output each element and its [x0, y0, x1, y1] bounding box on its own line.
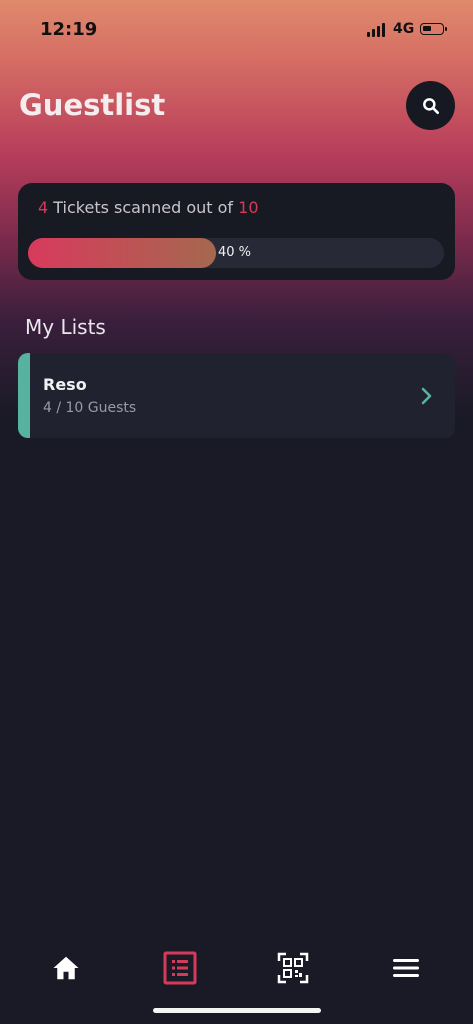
battery-icon: [420, 23, 447, 35]
chevron-right-icon: [421, 387, 432, 405]
progress-bar: 40 %: [28, 238, 444, 268]
list-item-guest-count: 4 / 10 Guests: [43, 400, 137, 416]
home-icon: [53, 956, 79, 980]
bottom-navigation: [0, 940, 473, 1000]
nav-lists[interactable]: [160, 948, 200, 988]
signal-icon: [367, 23, 389, 37]
summary-label: Tickets scanned out of: [48, 198, 239, 217]
home-indicator: [153, 1008, 321, 1013]
page-title: Guestlist: [19, 88, 166, 122]
list-item-name: Reso: [43, 375, 87, 394]
section-title: My Lists: [25, 315, 106, 339]
progress-fill: [28, 238, 216, 268]
status-time: 12:19: [40, 19, 98, 40]
qr-code-icon: [277, 952, 309, 984]
progress-label: 40 %: [218, 245, 252, 260]
nav-scan[interactable]: [273, 948, 313, 988]
nav-home[interactable]: [46, 948, 86, 988]
search-icon: [422, 97, 439, 114]
search-button[interactable]: [406, 81, 455, 130]
scanned-count: 4: [38, 198, 49, 217]
nav-menu[interactable]: [386, 948, 426, 988]
tickets-summary-card: 4 Tickets scanned out of 10 40 %: [18, 183, 455, 280]
tickets-summary-text: 4 Tickets scanned out of 10: [38, 198, 259, 217]
list-accent-bar: [18, 353, 30, 438]
list-item[interactable]: Reso 4 / 10 Guests: [18, 353, 455, 438]
status-bar: 12:19 4G: [0, 0, 473, 60]
menu-icon: [393, 959, 419, 977]
total-count: 10: [238, 198, 259, 217]
list-icon: [163, 951, 197, 985]
network-type: 4G: [393, 21, 415, 37]
